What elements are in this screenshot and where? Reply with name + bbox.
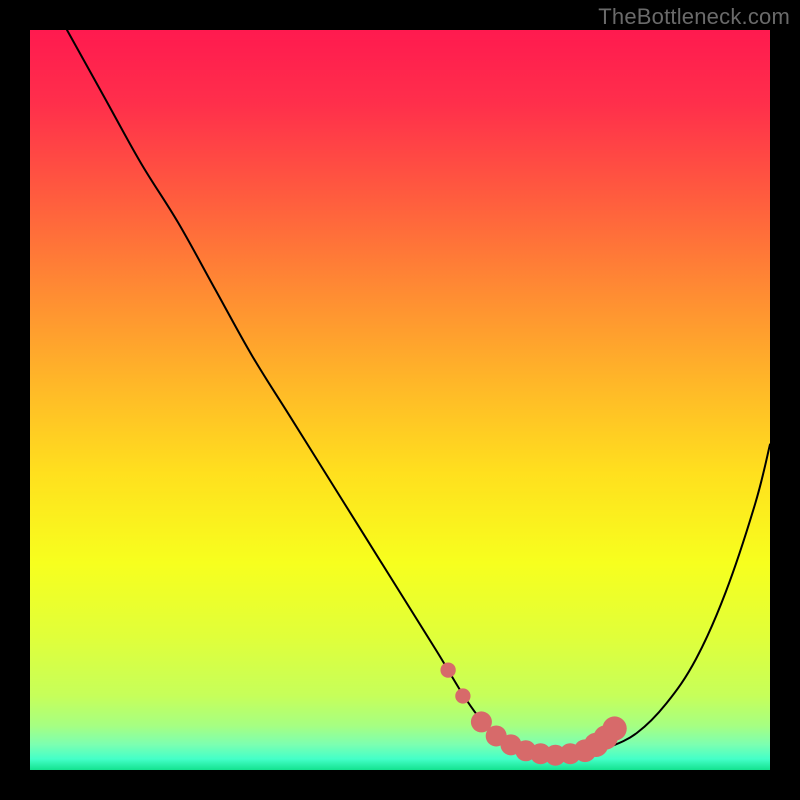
plot-area [30, 30, 770, 770]
highlight-dot [602, 716, 626, 740]
highlight-dot [455, 688, 470, 703]
highlight-dot [440, 662, 455, 677]
attribution-text: TheBottleneck.com [598, 4, 790, 30]
gradient-background [30, 30, 770, 770]
chart-container: TheBottleneck.com [0, 0, 800, 800]
chart-svg [30, 30, 770, 770]
